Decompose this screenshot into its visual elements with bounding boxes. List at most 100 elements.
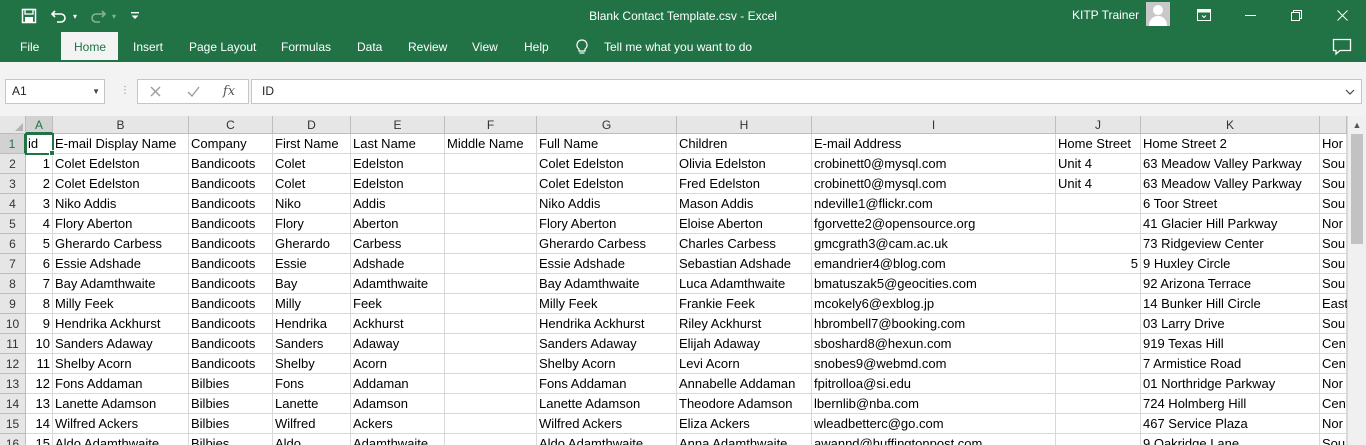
cell[interactable]: Niko Addis <box>537 194 677 214</box>
cell[interactable]: Wilfred Ackers <box>537 414 677 434</box>
comments-icon[interactable] <box>1332 38 1352 56</box>
cell[interactable]: Sanders Adaway <box>537 334 677 354</box>
cell[interactable]: E-mail Display Name <box>53 134 189 154</box>
cell[interactable]: Bilbies <box>189 414 273 434</box>
cell[interactable]: Adaway <box>351 334 445 354</box>
row-header[interactable]: 6 <box>0 234 26 254</box>
vertical-scrollbar[interactable]: ▲ <box>1347 116 1366 445</box>
name-box-dropdown-icon[interactable]: ▼ <box>92 80 100 103</box>
cell[interactable]: Charles Carbess <box>677 234 812 254</box>
cell[interactable]: 10 <box>26 334 53 354</box>
column-header[interactable]: E <box>351 116 445 134</box>
column-header[interactable]: H <box>677 116 812 134</box>
cell[interactable] <box>445 314 537 334</box>
cell[interactable]: fgorvette2@opensource.org <box>812 214 1056 234</box>
cell[interactable]: Ackhurst <box>351 314 445 334</box>
cell[interactable]: 6 Toor Street <box>1141 194 1320 214</box>
fill-handle[interactable] <box>49 150 55 156</box>
cell[interactable]: Unit 4 <box>1056 174 1141 194</box>
cell[interactable] <box>445 174 537 194</box>
formula-bar-grip-icon[interactable]: ⋮ <box>120 84 130 98</box>
cell[interactable]: crobinett0@mysql.com <box>812 154 1056 174</box>
tab-view[interactable]: View <box>459 32 511 62</box>
tab-page-layout[interactable]: Page Layout <box>176 32 269 62</box>
tab-review[interactable]: Review <box>395 32 460 62</box>
cell[interactable]: 4 <box>26 214 53 234</box>
cell[interactable] <box>445 414 537 434</box>
cell[interactable]: Fons Addaman <box>53 374 189 394</box>
cell[interactable] <box>1056 234 1141 254</box>
cell[interactable]: Bandicoots <box>189 354 273 374</box>
cell[interactable]: Middle Name <box>445 134 537 154</box>
cell[interactable]: 7 Armistice Road <box>1141 354 1320 374</box>
cell[interactable]: emandrier4@blog.com <box>812 254 1056 274</box>
row-header[interactable]: 2 <box>0 154 26 174</box>
cell[interactable]: Adamthwaite <box>351 274 445 294</box>
cell[interactable]: awannd@huffingtonpost.com <box>812 434 1056 445</box>
cell[interactable]: E-mail Address <box>812 134 1056 154</box>
cell[interactable] <box>1056 394 1141 414</box>
cell[interactable]: ndeville1@flickr.com <box>812 194 1056 214</box>
cell[interactable]: Frankie Feek <box>677 294 812 314</box>
cell[interactable]: 14 Bunker Hill Circle <box>1141 294 1320 314</box>
minimize-icon[interactable] <box>1227 0 1273 30</box>
cell[interactable]: Gherardo Carbess <box>53 234 189 254</box>
cell[interactable] <box>445 334 537 354</box>
cell[interactable]: First Name <box>273 134 351 154</box>
tab-formulas[interactable]: Formulas <box>268 32 344 62</box>
cell[interactable]: mcokely6@exblog.jp <box>812 294 1056 314</box>
cell[interactable]: Carbess <box>351 234 445 254</box>
cell[interactable]: Sou <box>1320 194 1347 214</box>
column-header[interactable]: A <box>26 116 53 134</box>
cell[interactable]: Theodore Adamson <box>677 394 812 414</box>
scroll-thumb[interactable] <box>1351 134 1363 244</box>
cell[interactable]: Bilbies <box>189 394 273 414</box>
name-box[interactable]: A1 ▼ <box>5 79 105 104</box>
cell[interactable]: Annabelle Addaman <box>677 374 812 394</box>
cell[interactable]: Aldo Adamthwaite <box>53 434 189 445</box>
cell[interactable] <box>1056 414 1141 434</box>
cell[interactable] <box>445 394 537 414</box>
cell[interactable] <box>1056 294 1141 314</box>
cell[interactable]: Flory Aberton <box>537 214 677 234</box>
cell[interactable] <box>445 294 537 314</box>
tab-file[interactable]: File <box>7 32 52 62</box>
cell[interactable]: Company <box>189 134 273 154</box>
row-header[interactable]: 14 <box>0 394 26 414</box>
cell[interactable]: Niko Addis <box>53 194 189 214</box>
cell[interactable]: Addaman <box>351 374 445 394</box>
cell[interactable]: Niko <box>273 194 351 214</box>
cell[interactable]: Essie Adshade <box>53 254 189 274</box>
cancel-icon[interactable] <box>144 80 166 103</box>
column-header[interactable]: J <box>1056 116 1141 134</box>
cell[interactable]: Aberton <box>351 214 445 234</box>
cell[interactable]: 5 <box>1056 254 1141 274</box>
cell[interactable]: Lanette <box>273 394 351 414</box>
cell[interactable]: 467 Service Plaza <box>1141 414 1320 434</box>
cell[interactable]: Acorn <box>351 354 445 374</box>
cell[interactable]: Shelby Acorn <box>53 354 189 374</box>
scroll-up-icon[interactable]: ▲ <box>1348 116 1366 133</box>
cell[interactable]: Essie <box>273 254 351 274</box>
cell[interactable]: Fons <box>273 374 351 394</box>
cell[interactable]: Unit 4 <box>1056 154 1141 174</box>
row-header[interactable]: 5 <box>0 214 26 234</box>
cell[interactable]: Hendrika Ackhurst <box>537 314 677 334</box>
cell[interactable]: Nor <box>1320 414 1347 434</box>
cell[interactable]: gmcgrath3@cam.ac.uk <box>812 234 1056 254</box>
cell[interactable] <box>1056 314 1141 334</box>
column-header[interactable]: G <box>537 116 677 134</box>
cell[interactable]: Bandicoots <box>189 154 273 174</box>
column-header[interactable]: B <box>53 116 189 134</box>
cell[interactable]: Adamson <box>351 394 445 414</box>
cell[interactable]: Elijah Adaway <box>677 334 812 354</box>
row-header[interactable]: 11 <box>0 334 26 354</box>
cell[interactable]: Flory <box>273 214 351 234</box>
cell[interactable]: Last Name <box>351 134 445 154</box>
cell[interactable]: Cen <box>1320 354 1347 374</box>
cell[interactable]: sboshard8@hexun.com <box>812 334 1056 354</box>
cell[interactable]: Gherardo <box>273 234 351 254</box>
cell[interactable]: Sebastian Adshade <box>677 254 812 274</box>
cell[interactable]: 1 <box>26 154 53 174</box>
row-header[interactable]: 16 <box>0 434 26 445</box>
